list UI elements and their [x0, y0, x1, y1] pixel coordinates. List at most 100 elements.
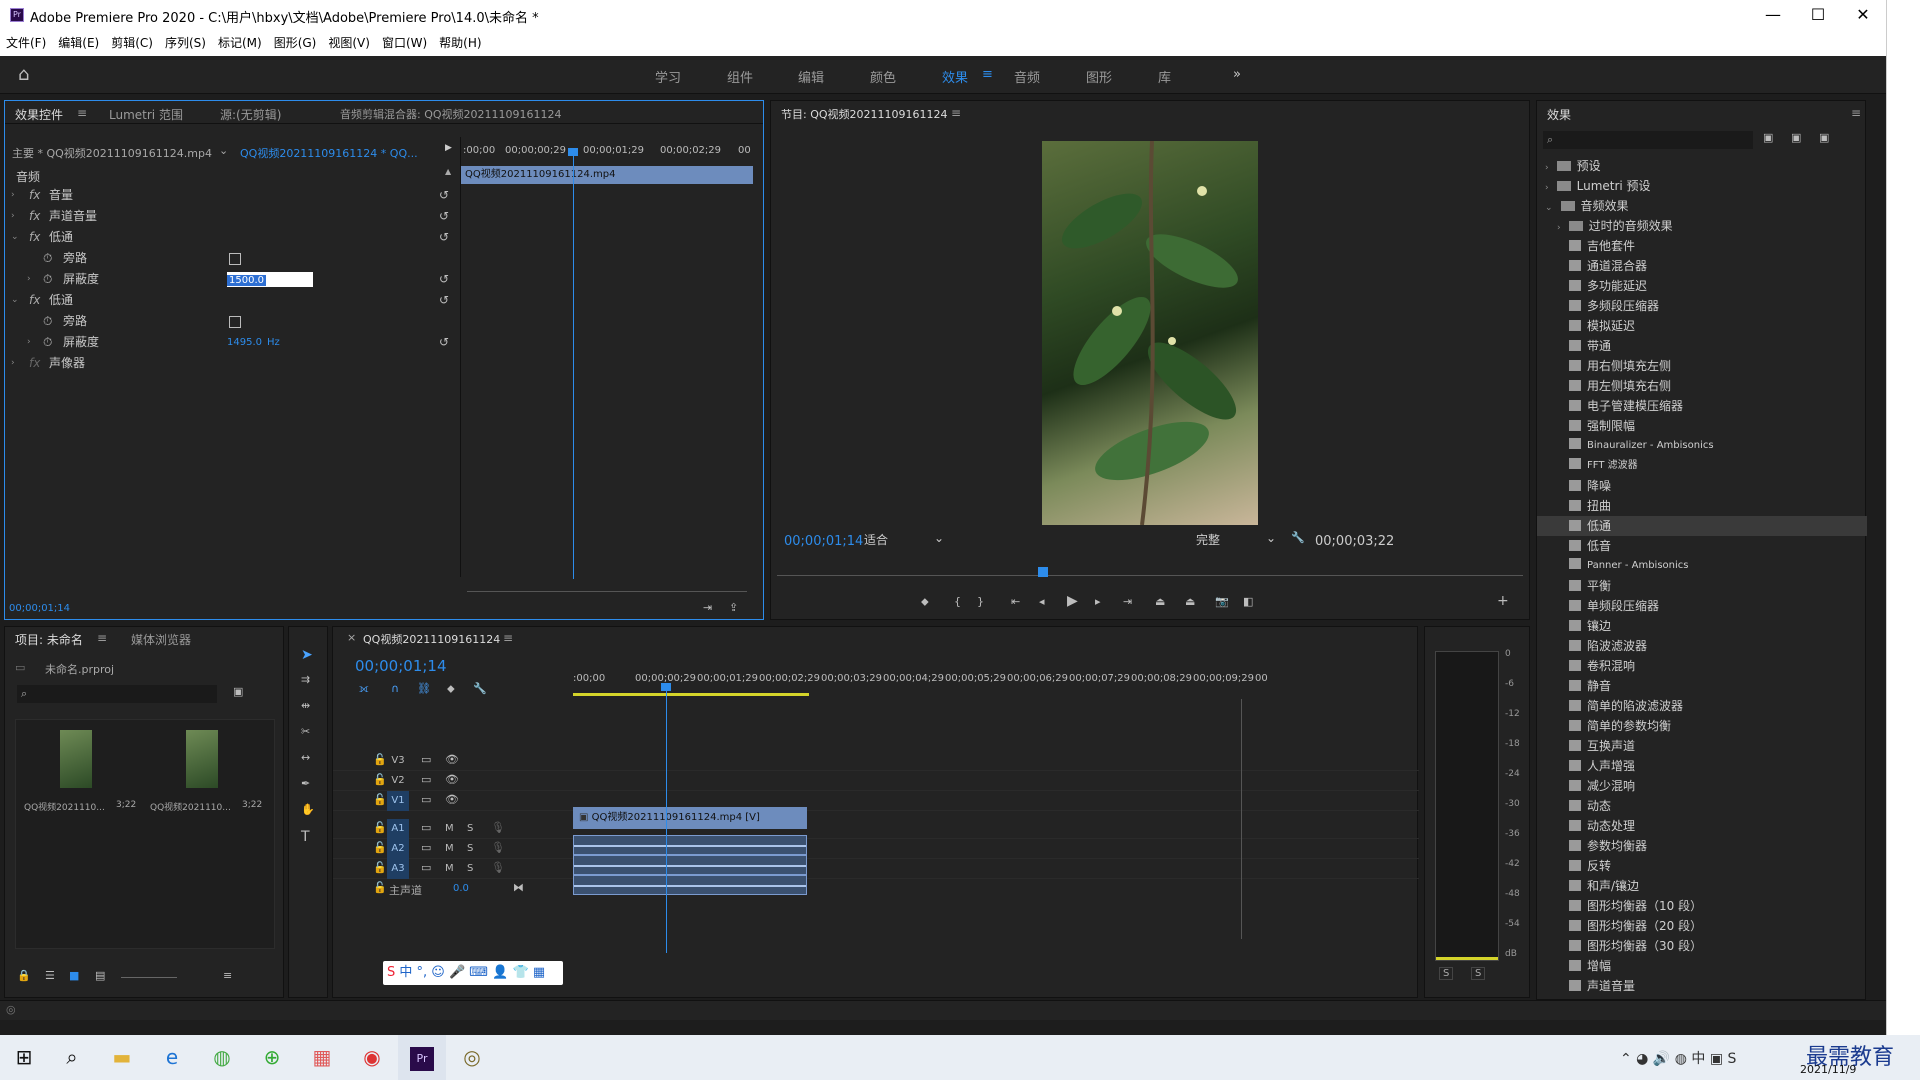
effect-item[interactable]: 扭曲	[1537, 496, 1867, 516]
effect-item[interactable]: 图形均衡器（30 段）	[1537, 936, 1867, 956]
menu-clip[interactable]: 剪辑(C)	[105, 30, 159, 56]
effect-item[interactable]: 动态	[1537, 796, 1867, 816]
effect-item[interactable]: Binauralizer - Ambisonics	[1537, 436, 1867, 456]
ec-zoom-bar[interactable]	[467, 591, 747, 592]
effect-item[interactable]: 卷积混响	[1537, 656, 1867, 676]
nest-icon[interactable]: ⟗	[359, 682, 369, 696]
yuv-effects-icon[interactable]: ▣	[1819, 131, 1829, 144]
effect-item[interactable]: 低通	[1537, 516, 1867, 536]
eye-icon[interactable]: 👁	[445, 793, 459, 806]
master-value[interactable]: 0.0	[453, 883, 469, 894]
timeline-ruler[interactable]: :00;00 00;00;00;29 00;00;01;29 00;00;02;29 0…	[573, 671, 1403, 689]
play-only-audio-icon[interactable]: ▶	[445, 143, 452, 153]
effects-search-input[interactable]: ⌕	[1543, 131, 1753, 149]
track-select-tool-icon[interactable]: ⇉	[301, 673, 310, 686]
menu-help[interactable]: 帮助(H)	[433, 30, 487, 56]
pen-tool-icon[interactable]: ✒	[301, 777, 310, 790]
tab-audio-clip-mixer[interactable]: 音频剪辑混合器: QQ视频20211109161124	[340, 106, 562, 122]
linked-selection-icon[interactable]: ⛓	[417, 682, 431, 695]
sync-lock-icon[interactable]: ▭	[421, 773, 431, 786]
close-button[interactable]: ✕	[1840, 0, 1886, 30]
mute-button[interactable]: M	[445, 823, 454, 834]
lock-icon[interactable]: 🔓	[373, 881, 387, 894]
go-to-edit-icon[interactable]: ⧓	[513, 881, 524, 894]
video-clip[interactable]: ▣ QQ视频20211109161124.mp4 [V]	[573, 807, 807, 829]
clip-thumbnail[interactable]	[60, 730, 92, 788]
track-target-button[interactable]: V3	[387, 751, 409, 771]
chevron-down-icon[interactable]: ⌄	[219, 144, 228, 157]
razor-tool-icon[interactable]: ✂	[301, 725, 310, 738]
ime-toolbar[interactable]: S 中 °, ☺ 🎤 ⌨ 👤 👕 ▦	[383, 961, 563, 985]
scroll-up-icon[interactable]: ▲	[445, 167, 451, 176]
effect-item[interactable]: 模拟延迟	[1537, 316, 1867, 336]
folder-presets[interactable]: › 预设	[1537, 156, 1867, 176]
effect-row-panner[interactable]: › fx 声像器	[5, 353, 460, 374]
edge-browser-icon[interactable]: e	[148, 1035, 196, 1080]
app-icon-brown[interactable]: ◎	[448, 1035, 496, 1080]
effect-item[interactable]: 多功能延迟	[1537, 276, 1867, 296]
menu-marker[interactable]: 标记(M)	[212, 30, 268, 56]
mark-out-icon[interactable]: }	[977, 595, 984, 608]
lock-icon[interactable]: 🔓	[373, 841, 387, 854]
effect-item[interactable]: FFT 滤波器	[1537, 456, 1867, 476]
effect-item[interactable]: 静音	[1537, 676, 1867, 696]
effect-row-channel-volume[interactable]: › fx 声道音量 ↺	[5, 206, 460, 227]
menu-file[interactable]: 文件(F)	[0, 30, 52, 56]
eye-icon[interactable]: 👁	[445, 773, 459, 786]
extract-icon[interactable]: ⏏	[1185, 595, 1195, 608]
effect-item[interactable]: 陷波滤波器	[1537, 636, 1867, 656]
effect-row-lowpass-1[interactable]: ⌄ fx 低通 ↺	[5, 227, 460, 248]
track-target-button[interactable]: V2	[387, 771, 409, 791]
fit-dropdown[interactable]: 适合 ⌄	[864, 531, 952, 549]
lift-icon[interactable]: ⏏	[1155, 595, 1165, 608]
menu-graphics[interactable]: 图形(G)	[268, 30, 323, 56]
sync-lock-icon[interactable]: ▭	[421, 841, 431, 854]
program-timecode[interactable]: 00;00;01;14	[784, 534, 863, 549]
workspace-libraries[interactable]: 库	[1158, 67, 1171, 86]
effect-item[interactable]: 人声增强	[1537, 756, 1867, 776]
cutoff-value[interactable]: 1495.0	[227, 332, 262, 353]
ec-playhead-handle[interactable]	[568, 148, 578, 156]
effect-item[interactable]: 简单的参数均衡	[1537, 716, 1867, 736]
icon-view-icon[interactable]: ■	[69, 969, 79, 982]
effect-item[interactable]: 降噪	[1537, 476, 1867, 496]
effect-item[interactable]: 镶边	[1537, 616, 1867, 636]
menu-window[interactable]: 窗口(W)	[376, 30, 433, 56]
windows-start-icon[interactable]: ⊞	[0, 1035, 48, 1080]
project-search-input[interactable]: ⌕	[17, 685, 217, 703]
effect-item[interactable]: 平衡	[1537, 576, 1867, 596]
workspace-color[interactable]: 颜色	[870, 67, 896, 86]
freeform-view-icon[interactable]: ▤	[95, 969, 105, 982]
effect-item[interactable]: 参数均衡器	[1537, 836, 1867, 856]
workspace-audio[interactable]: 音频	[1014, 67, 1040, 86]
effect-item[interactable]: 反转	[1537, 856, 1867, 876]
folder-obsolete-audio[interactable]: › 过时的音频效果	[1537, 216, 1867, 236]
solo-left-button[interactable]: S	[1439, 967, 1454, 980]
add-button-icon[interactable]: +	[1497, 593, 1509, 609]
microphone-icon[interactable]: 🎙	[491, 821, 505, 834]
effect-item[interactable]: 互换声道	[1537, 736, 1867, 756]
lock-icon[interactable]: 🔓	[373, 753, 387, 766]
menu-view[interactable]: 视图(V)	[322, 30, 376, 56]
sync-lock-icon[interactable]: ▭	[421, 861, 431, 874]
clip-selector[interactable]: QQ视频20211109161124 * QQ...	[240, 145, 418, 161]
effect-item[interactable]: 单频段压缩器	[1537, 596, 1867, 616]
close-sequence-icon[interactable]: ×	[347, 631, 356, 644]
go-to-in-icon[interactable]: ⇤	[1011, 595, 1020, 608]
share-icon[interactable]: ⇪	[729, 601, 738, 614]
effect-item[interactable]: 低音	[1537, 536, 1867, 556]
effect-row-volume[interactable]: › fx 音量 ↺	[5, 185, 460, 206]
solo-button[interactable]: S	[467, 823, 473, 834]
bypass-checkbox[interactable]	[229, 253, 241, 265]
ec-timecode[interactable]: 00;00;01;14	[9, 603, 70, 614]
app-icon-plus[interactable]: ⊕	[248, 1035, 296, 1080]
effect-item[interactable]: 图形均衡器（10 段）	[1537, 896, 1867, 916]
play-icon[interactable]: ▶	[1067, 593, 1078, 609]
minimize-button[interactable]: —	[1750, 0, 1796, 30]
thumbnail-size-slider[interactable]	[121, 977, 177, 978]
effect-item[interactable]: 用左侧填充右侧	[1537, 376, 1867, 396]
lock-icon[interactable]: 🔓	[373, 821, 387, 834]
effect-item[interactable]: 图形均衡器（20 段）	[1537, 916, 1867, 936]
tab-effect-controls[interactable]: 效果控件	[15, 106, 63, 123]
track-target-button[interactable]: A3	[387, 859, 409, 879]
